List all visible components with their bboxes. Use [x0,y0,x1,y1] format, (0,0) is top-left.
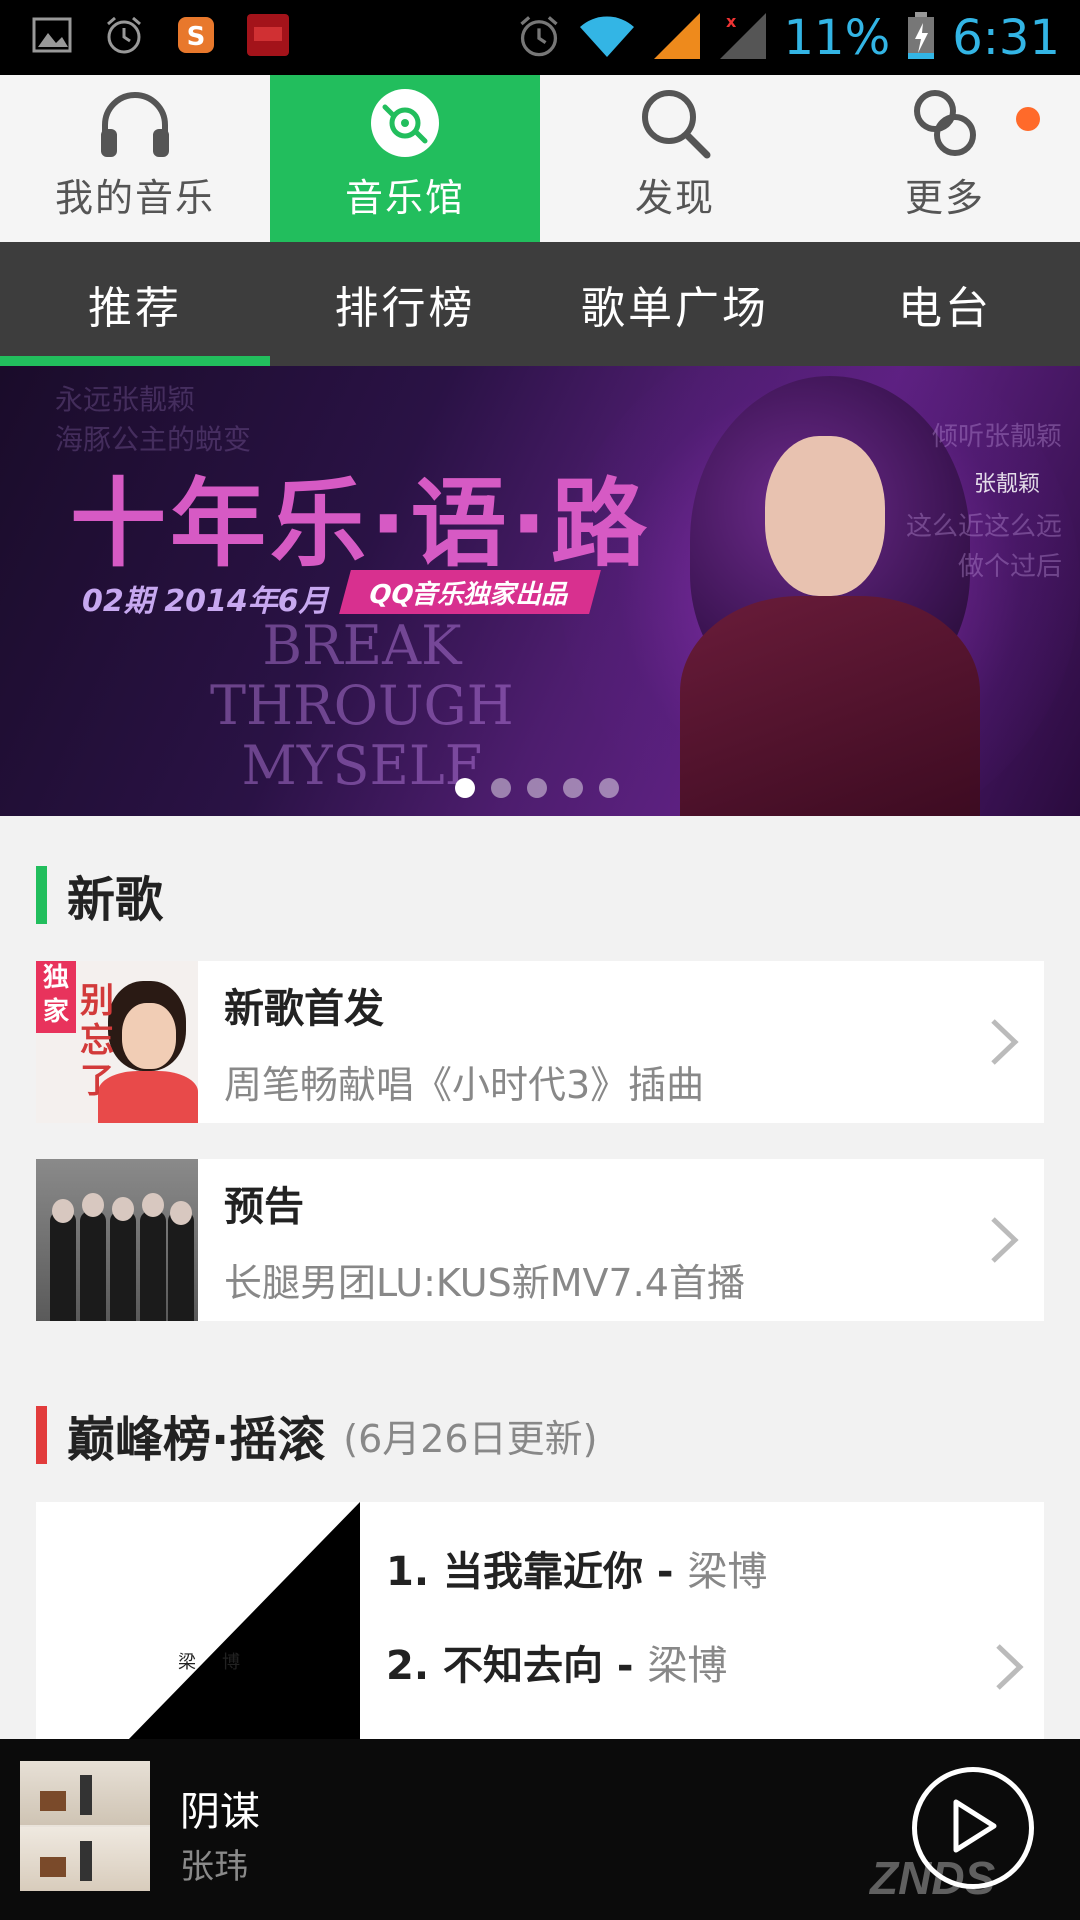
chevron-right-icon [964,1215,1044,1265]
signal-icon: x [718,11,768,65]
album-thumbnail: 别忘了 独家 [36,961,198,1123]
section-title: 新歌 [67,872,164,928]
mini-player[interactable]: 阴谋 张玮 ZNDS [0,1739,1080,1920]
list-item[interactable]: 别忘了 独家 新歌首发 周笔畅献唱《小时代3》插曲 [36,961,1044,1123]
svg-text:x: x [726,12,737,31]
play-icon [948,1798,998,1858]
nav-label: 音乐馆 [344,176,465,220]
chart-card[interactable]: 梁博 1. 当我靠近你 - 梁博 2. 不知去向 - 梁博 [36,1502,1044,1742]
alarm-icon [102,12,146,58]
list-item[interactable]: 预告 长腿男团LU:KUS新MV7.4首播 [36,1159,1044,1321]
item-subtitle: 周笔畅献唱《小时代3》插曲 [224,1062,705,1107]
play-button[interactable] [912,1767,1034,1889]
chart-row[interactable]: 1. 当我靠近你 - 梁博 [386,1532,767,1626]
pager-dot[interactable] [491,778,511,798]
section-marker [36,1406,47,1464]
banner-ghost-text: 做个过后 [957,552,1062,582]
search-icon [637,87,713,159]
chevron-right-icon [994,1642,1024,1696]
wifi-icon [578,13,636,63]
pager-dot[interactable] [563,778,583,798]
signal-icon [652,11,702,65]
pager-dot[interactable] [527,778,547,798]
battery-percent: 11% [783,10,891,66]
banner-ghost-text: 倾听张靓颖 [931,422,1062,452]
top-navigation: 我的音乐 音乐馆 发现 更多 [0,75,1080,242]
headphones-icon [97,89,173,159]
banner-ghost-text: 永远张靓颖 [55,383,196,416]
banner-pager [455,778,619,798]
now-playing-cover [20,1761,150,1891]
sub-tabs: 推荐 排行榜 歌单广场 电台 [0,242,1080,366]
clock: 6:31 [952,10,1060,66]
item-subtitle: 长腿男团LU:KUS新MV7.4首播 [224,1260,745,1305]
tab-playlists[interactable]: 歌单广场 [540,242,810,366]
sogou-icon: S [174,12,218,58]
now-playing-song: 阴谋 [180,1789,260,1835]
album-thumbnail [36,1159,198,1321]
now-playing-artist: 张玮 [180,1847,248,1887]
cover-artist: 梁博 [178,1652,266,1673]
gallery-icon [30,12,74,58]
nav-label: 发现 [634,176,715,220]
promo-banner[interactable]: 永远张靓颖 海豚公主的蜕变 十年乐·语·路 02期 2014年6月 QQ音乐独家… [0,366,1080,816]
thumb-text: 别忘了 [80,981,114,1101]
netease-icon [246,12,290,58]
nav-music-hall[interactable]: 音乐馆 [270,75,540,242]
banner-tag: QQ音乐独家出品 [339,570,601,614]
alarm-icon [516,13,562,63]
disc-icon [367,87,443,159]
section-marker [36,866,47,924]
status-bar: S x 11% 6:31 [0,0,1080,75]
battery-icon [906,11,936,65]
item-title: 新歌首发 [224,985,384,1032]
banner-signature: 张靓颖 [973,472,1040,497]
tab-radio[interactable]: 电台 [810,242,1080,366]
banner-title: 十年乐·语·路 [70,468,651,580]
chart-cover: 梁博 [36,1502,360,1742]
nav-my-music[interactable]: 我的音乐 [0,75,270,242]
nav-more[interactable]: 更多 [810,75,1080,242]
notification-dot [1016,107,1040,131]
tab-charts[interactable]: 排行榜 [270,242,540,366]
nav-label: 更多 [904,176,985,220]
nav-discover[interactable]: 发现 [540,75,810,242]
section-chart-header: 巅峰榜·摇滚 (6月26日更新) [36,1400,597,1470]
tab-recommend[interactable]: 推荐 [0,242,270,366]
pager-dot[interactable] [455,778,475,798]
exclusive-badge: 独家 [36,961,76,1033]
banner-english: BREAK THROUGH MYSELF [210,614,514,797]
section-update-date: (6月26日更新) [343,1416,598,1461]
chart-row[interactable]: 2. 不知去向 - 梁博 [386,1626,767,1720]
section-new-songs-header: 新歌 [36,860,163,930]
pager-dot[interactable] [599,778,619,798]
more-icon [907,87,983,159]
banner-ghost-text: 这么近这么远 [905,512,1062,542]
chevron-right-icon [964,1017,1044,1067]
svg-text:S: S [187,22,206,52]
item-title: 预告 [224,1183,304,1230]
section-title: 巅峰榜·摇滚 [67,1412,326,1468]
nav-label: 我的音乐 [54,176,215,220]
